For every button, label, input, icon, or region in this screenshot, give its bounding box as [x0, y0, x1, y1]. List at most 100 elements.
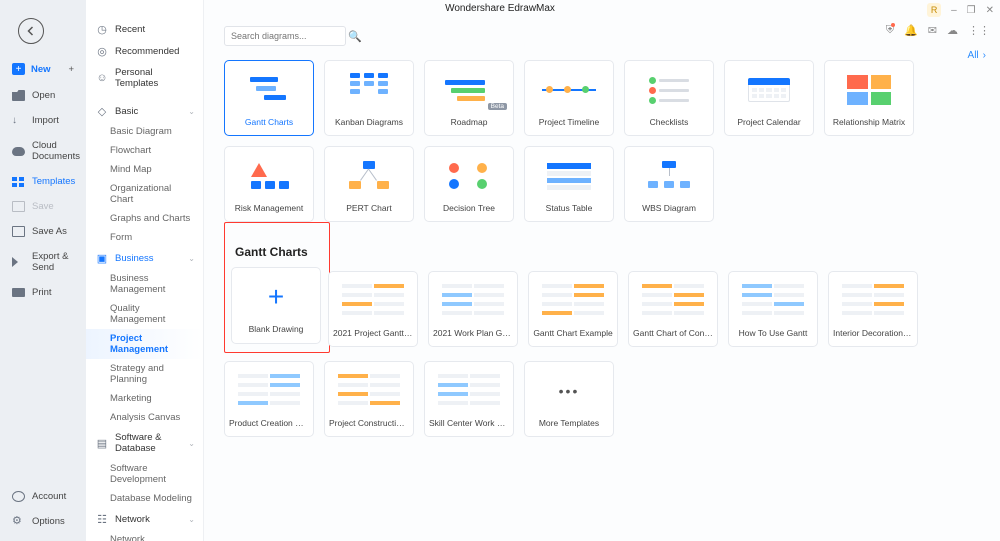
template-card[interactable]: Gantt Chart Example [528, 271, 618, 347]
cat-software-item[interactable]: Database Modeling [86, 489, 203, 508]
cat-recommended[interactable]: ◎Recommended [86, 40, 203, 62]
templates-grid: 2021 Project Gantt Chart 2021 Work Plan … [328, 271, 986, 347]
cat-basic-item[interactable]: Flowchart [86, 141, 203, 160]
cat-personal[interactable]: ☺Personal Templates [86, 62, 203, 94]
highlight-box: Gantt Charts + Blank Drawing [224, 222, 330, 352]
rail-cloud-documents[interactable]: Cloud Documents [0, 136, 86, 166]
template-card[interactable]: 2021 Project Gantt Chart [328, 271, 418, 347]
cat-business-item[interactable]: Business Management [86, 269, 203, 299]
cat-business-item[interactable]: Strategy and Planning [86, 359, 203, 389]
cat-business-item-project-management[interactable]: Project Management [86, 329, 203, 359]
beta-badge: Beta [488, 103, 507, 110]
all-link[interactable]: All› [968, 50, 986, 61]
cat-network[interactable]: ☷Network⌄ [86, 508, 203, 530]
app-title: Wondershare EdrawMax [445, 3, 555, 14]
person-icon: ☺ [96, 72, 108, 84]
type-card-kanban[interactable]: Kanban Diagrams [324, 60, 414, 136]
template-card[interactable]: How To Use Gantt [728, 271, 818, 347]
network-icon: ☷ [96, 513, 108, 525]
template-more[interactable]: •••More Templates [524, 361, 614, 437]
cat-basic-item[interactable]: Basic Diagram [86, 122, 203, 141]
rail-print[interactable]: Print [0, 283, 86, 302]
templates-grid-2: Product Creation Gantt C... Project Cons… [224, 361, 986, 437]
rail-save-as[interactable]: Save As [0, 222, 86, 241]
search-box[interactable]: 🔍 [224, 26, 346, 46]
user-avatar[interactable]: R [927, 3, 941, 17]
chevron-down-icon: ⌄ [188, 439, 195, 448]
type-card-matrix[interactable]: Relationship Matrix [824, 60, 914, 136]
clock-icon: ◷ [96, 23, 108, 35]
export-icon [12, 257, 25, 267]
minimize-button[interactable]: – [951, 5, 957, 16]
more-icon: ••• [559, 383, 580, 399]
type-card-timeline[interactable]: Project Timeline [524, 60, 614, 136]
cat-basic-item[interactable]: Graphs and Charts [86, 209, 203, 228]
cat-software[interactable]: ▤Software & Database⌄ [86, 427, 203, 459]
print-icon [12, 288, 25, 297]
plus-square-icon: + [12, 63, 25, 75]
type-card-status-table[interactable]: Status Table [524, 146, 614, 222]
cat-basic[interactable]: ◇Basic⌄ [86, 100, 203, 122]
type-card-roadmap[interactable]: Beta Roadmap [424, 60, 514, 136]
rail-save: Save [0, 197, 86, 216]
briefcase-icon: ▣ [96, 252, 108, 264]
bell-icon[interactable]: 🔔 [904, 24, 918, 37]
rail-templates[interactable]: Templates [0, 172, 86, 191]
cat-recent[interactable]: ◷Recent [86, 18, 203, 40]
maximize-button[interactable]: ❐ [967, 5, 976, 16]
template-card[interactable]: Product Creation Gantt C... [224, 361, 314, 437]
rail-import[interactable]: Import [0, 111, 86, 130]
cat-basic-item[interactable]: Mind Map [86, 160, 203, 179]
type-card-calendar[interactable]: Project Calendar [724, 60, 814, 136]
new-button[interactable]: + New + [6, 58, 80, 80]
chevron-down-icon: ⌄ [188, 254, 195, 263]
message-icon[interactable]: ✉ [928, 24, 937, 37]
user-icon [12, 491, 25, 502]
cat-business-item[interactable]: Analysis Canvas [86, 408, 203, 427]
save-as-icon [12, 226, 25, 237]
plus-icon: + [68, 64, 74, 75]
cat-software-item[interactable]: Software Development [86, 459, 203, 489]
chevron-down-icon: ⌄ [188, 515, 195, 524]
rail-options[interactable]: Options [0, 512, 86, 531]
templates-icon [12, 177, 25, 187]
cat-basic-item[interactable]: Organizational Chart [86, 179, 203, 209]
cat-business-item[interactable]: Marketing [86, 389, 203, 408]
search-input[interactable] [231, 31, 348, 41]
template-card[interactable]: Gantt Chart of Constructio... [628, 271, 718, 347]
type-card-risk[interactable]: Risk Management [224, 146, 314, 222]
template-card[interactable]: Skill Center Work Plan Gan... [424, 361, 514, 437]
search-icon[interactable]: 🔍 [348, 30, 362, 43]
database-icon: ▤ [96, 437, 108, 449]
gear-icon [12, 516, 25, 527]
cloud-icon[interactable]: ☁ [947, 24, 958, 37]
type-card-decision[interactable]: Decision Tree [424, 146, 514, 222]
rail-account[interactable]: Account [0, 487, 86, 506]
cat-business-item[interactable]: Quality Management [86, 299, 203, 329]
section-title: Gantt Charts [235, 245, 321, 259]
save-icon [12, 201, 25, 212]
close-button[interactable]: ✕ [986, 5, 994, 16]
cat-basic-item[interactable]: Form [86, 228, 203, 247]
template-card[interactable]: Project Construction Sche... [324, 361, 414, 437]
apps-icon[interactable]: ⋮⋮ [968, 24, 990, 37]
plus-icon: + [268, 281, 284, 313]
diagram-type-grid: Gantt Charts Kanban Diagrams Beta Roadma… [224, 60, 986, 222]
back-button[interactable] [18, 18, 44, 44]
cloud-icon [12, 147, 25, 156]
template-card[interactable]: Interior Decoration Gantt C... [828, 271, 918, 347]
type-card-checklists[interactable]: Checklists [624, 60, 714, 136]
folder-icon [12, 90, 25, 101]
shapes-icon: ◇ [96, 105, 108, 117]
template-blank-drawing[interactable]: + Blank Drawing [231, 267, 321, 343]
chevron-down-icon: ⌄ [188, 107, 195, 116]
cat-business[interactable]: ▣Business⌄ [86, 247, 203, 269]
template-card[interactable]: 2021 Work Plan Gantt Chart [428, 271, 518, 347]
rail-open[interactable]: Open [0, 86, 86, 105]
type-card-pert[interactable]: PERT Chart [324, 146, 414, 222]
type-card-gantt[interactable]: Gantt Charts [224, 60, 314, 136]
upgrade-icon[interactable]: ⛨ [886, 24, 894, 37]
rail-export[interactable]: Export & Send [0, 247, 86, 277]
cat-network-item[interactable]: Network [86, 530, 203, 541]
type-card-wbs[interactable]: WBS Diagram [624, 146, 714, 222]
